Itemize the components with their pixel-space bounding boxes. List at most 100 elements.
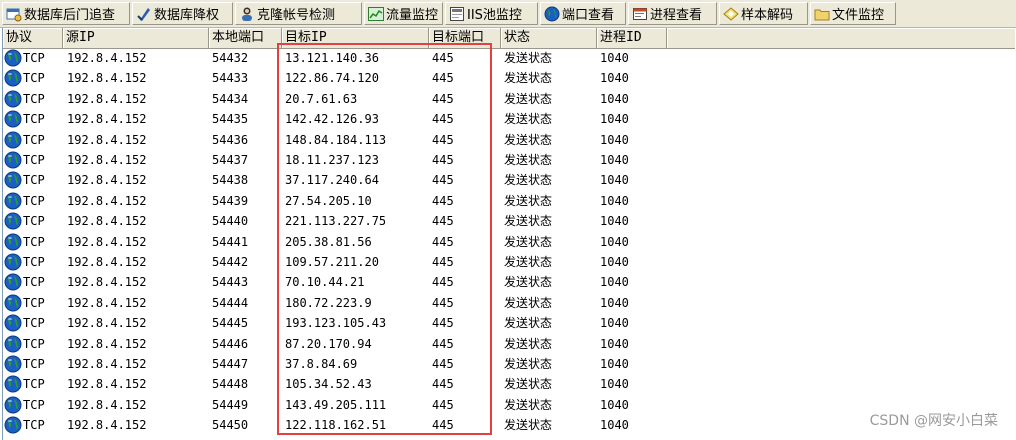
cell-pid: 1040	[600, 193, 629, 208]
table-row[interactable]: TCP 192.8.4.152 54439 27.54.205.10 445 发送状态 10…	[3, 191, 1015, 211]
cell-source-ip: 192.8.4.152	[67, 234, 147, 249]
cell-local-port: 54443	[212, 275, 249, 290]
header-col-state[interactable]: 状态	[501, 28, 597, 48]
cell-protocol: TCP	[23, 112, 45, 127]
connections-table: 协议 源IP 本地端口 目标IP 目标端口 状态 进程ID TCP 192.8.4.152 54…	[2, 28, 1015, 440]
toolbar-button-label: IIS池监控	[467, 8, 522, 23]
header-col-target-ip[interactable]: 目标IP	[282, 28, 429, 48]
toolbar-button-db-backdoor[interactable]: 数据库后门追查	[2, 2, 130, 25]
table-row[interactable]: TCP 192.8.4.152 54444 180.72.223.9 445 发送状态 10…	[3, 293, 1015, 313]
globe-icon	[4, 294, 22, 312]
cell-state: 发送状态	[504, 173, 553, 188]
cell-source-ip: 192.8.4.152	[67, 193, 147, 208]
cell-state: 发送状态	[504, 275, 553, 290]
cell-protocol: TCP	[23, 173, 45, 188]
cell-target-ip: 205.38.81.56	[285, 234, 372, 249]
table-header: 协议 源IP 本地端口 目标IP 目标端口 状态 进程ID	[3, 28, 1015, 49]
cell-pid: 1040	[600, 112, 629, 127]
cell-target-port: 445	[432, 316, 454, 331]
cell-local-port: 54435	[212, 112, 249, 127]
cell-state: 发送状态	[504, 255, 553, 269]
cell-source-ip: 192.8.4.152	[67, 255, 147, 269]
toolbar-button-label: 进程查看	[650, 8, 703, 23]
cell-state: 发送状态	[504, 377, 553, 392]
table-row[interactable]: TCP 192.8.4.152 54447 37.8.84.69 445 发送状态 1040	[3, 354, 1015, 374]
globe-icon	[4, 69, 22, 87]
cell-target-port: 445	[432, 193, 454, 208]
cell-target-port: 445	[432, 153, 454, 167]
header-col-local-port[interactable]: 本地端口	[209, 28, 282, 48]
table-row[interactable]: TCP 192.8.4.152 54446 87.20.170.94 445 发送状态 10…	[3, 334, 1015, 354]
cell-local-port: 54440	[212, 214, 249, 229]
cell-target-ip: 109.57.211.20	[285, 255, 379, 269]
cell-target-port: 445	[432, 132, 454, 147]
cell-source-ip: 192.8.4.152	[67, 316, 147, 331]
table-row[interactable]: TCP 192.8.4.152 54438 37.117.240.64 445 发送状态 1…	[3, 170, 1015, 190]
toolbar-button-db-downgrade[interactable]: 数据库降权	[132, 2, 233, 25]
header-col-target-port[interactable]: 目标端口	[429, 28, 501, 48]
cell-pid: 1040	[600, 234, 629, 249]
cell-target-ip: 13.121.140.36	[285, 51, 379, 65]
toolbar-button-label: 数据库后门追查	[24, 8, 116, 23]
header-col-pid[interactable]: 进程ID	[597, 28, 667, 48]
cell-target-ip: 143.49.205.111	[285, 397, 387, 412]
table-row[interactable]: TCP 192.8.4.152 54443 70.10.44.21 445 发送状态 104…	[3, 272, 1015, 292]
cell-source-ip: 192.8.4.152	[67, 112, 147, 127]
table-row[interactable]: TCP 192.8.4.152 54445 193.123.105.43 445 发送状态…	[3, 313, 1015, 333]
globe-icon	[4, 396, 22, 414]
table-row[interactable]: TCP 192.8.4.152 54436 148.84.184.113 445 发送状态…	[3, 130, 1015, 150]
cell-pid: 1040	[600, 418, 629, 433]
toolbar-button-folder[interactable]: 文件监控	[810, 2, 896, 25]
toolbar-button-clone-account[interactable]: 克隆帐号检测	[235, 2, 362, 25]
cell-pid: 1040	[600, 255, 629, 269]
cell-target-port: 445	[432, 418, 454, 433]
table-row[interactable]: TCP 192.8.4.152 54434 20.7.61.63 445 发送状态 1040	[3, 89, 1015, 109]
cell-local-port: 54437	[212, 153, 249, 167]
cell-local-port: 54447	[212, 357, 249, 371]
cell-target-port: 445	[432, 336, 454, 351]
cell-target-ip: 122.86.74.120	[285, 71, 379, 86]
cell-local-port: 54449	[212, 397, 249, 412]
toolbar-button-globe[interactable]: 端口查看	[540, 2, 626, 25]
globe-icon	[544, 6, 560, 22]
table-row[interactable]: TCP 192.8.4.152 54441 205.38.81.56 445 发送状态 10…	[3, 232, 1015, 252]
table-row[interactable]: TCP 192.8.4.152 54449 143.49.205.111 445 发送状态…	[3, 395, 1015, 415]
globe-icon	[4, 273, 22, 291]
table-row[interactable]: TCP 192.8.4.152 54433 122.86.74.120 445 发送状态 1…	[3, 68, 1015, 88]
table-row[interactable]: TCP 192.8.4.152 54450 122.118.162.51 445 发送状态…	[3, 415, 1015, 435]
toolbar-button-traffic-chart[interactable]: 流量监控	[364, 2, 443, 25]
cell-protocol: TCP	[23, 71, 45, 86]
table-row[interactable]: TCP 192.8.4.152 54440 221.113.227.75 445 发送状态…	[3, 211, 1015, 231]
cell-target-port: 445	[432, 295, 454, 310]
cell-state: 发送状态	[504, 336, 553, 351]
cell-pid: 1040	[600, 173, 629, 188]
cell-pid: 1040	[600, 214, 629, 229]
toolbar-button-iis-pool[interactable]: IIS池监控	[445, 2, 538, 25]
cell-target-ip: 37.8.84.69	[285, 357, 358, 371]
cell-protocol: TCP	[23, 255, 45, 269]
table-row[interactable]: TCP 192.8.4.152 54437 18.11.237.123 445 发送状态 1…	[3, 150, 1015, 170]
toolbar: 数据库后门追查 数据库降权 克隆帐号检测 流量监控 IIS池监控 端口查看 进程查看 样本解码…	[0, 0, 1016, 28]
cell-target-ip: 37.117.240.64	[285, 173, 379, 188]
toolbar-button-sample-decode[interactable]: 样本解码	[719, 2, 808, 25]
cell-state: 发送状态	[504, 357, 553, 371]
cell-target-ip: 193.123.105.43	[285, 316, 387, 331]
table-row[interactable]: TCP 192.8.4.152 54442 109.57.211.20 445 发送状态 1…	[3, 252, 1015, 272]
toolbar-button-process-window[interactable]: 进程查看	[628, 2, 717, 25]
table-row[interactable]: TCP 192.8.4.152 54432 13.121.140.36 445 发送状态 1…	[3, 48, 1015, 68]
table-row[interactable]: TCP 192.8.4.152 54435 142.42.126.93 445 发送状态 1…	[3, 109, 1015, 129]
cell-state: 发送状态	[504, 316, 553, 331]
cell-protocol: TCP	[23, 234, 45, 249]
toolbar-button-label: 端口查看	[562, 8, 615, 23]
cell-protocol: TCP	[23, 153, 45, 167]
header-col-source-ip[interactable]: 源IP	[63, 28, 209, 48]
cell-source-ip: 192.8.4.152	[67, 214, 147, 229]
toolbar-button-label: 数据库降权	[154, 8, 220, 23]
table-row[interactable]: TCP 192.8.4.152 54448 105.34.52.43 445 发送状态 10…	[3, 374, 1015, 394]
globe-icon	[4, 375, 22, 393]
cell-pid: 1040	[600, 397, 629, 412]
globe-icon	[4, 212, 22, 230]
globe-icon	[4, 110, 22, 128]
globe-icon	[4, 49, 22, 67]
header-col-protocol[interactable]: 协议	[3, 28, 63, 48]
